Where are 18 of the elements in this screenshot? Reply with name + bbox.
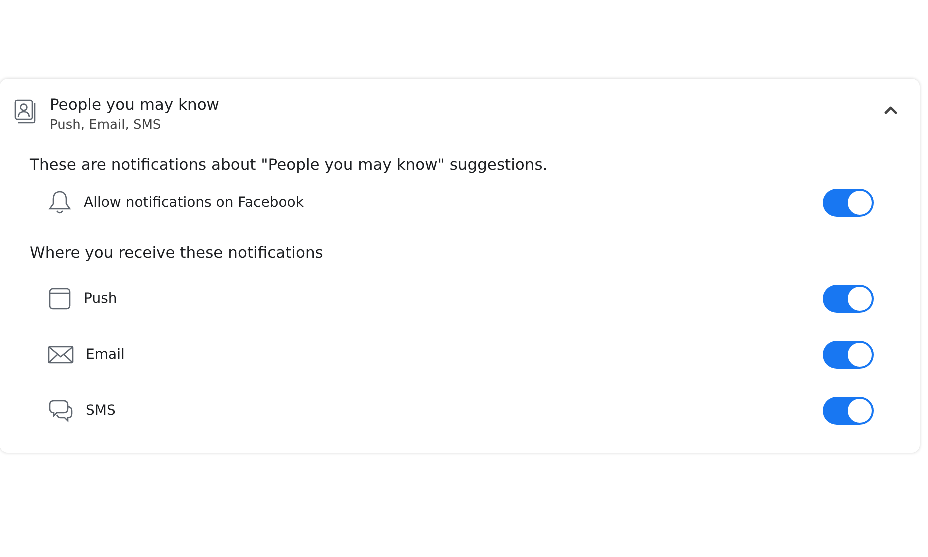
toggle-switch[interactable] — [823, 397, 874, 425]
section-subtitle: Push, Email, SMS — [50, 117, 162, 135]
browser-window-icon — [48, 287, 72, 311]
chat-bubbles-icon — [48, 398, 74, 424]
envelope-icon — [48, 345, 74, 365]
section-title: People you may know — [50, 95, 220, 115]
chevron-up-icon — [884, 105, 898, 115]
channel-label: SMS — [86, 403, 117, 419]
toggle-switch[interactable] — [823, 341, 874, 369]
channel-label: Email — [86, 347, 126, 363]
channels-heading: Where you receive these notifications — [30, 243, 324, 263]
bell-icon — [48, 190, 72, 216]
channel-label: Push — [84, 291, 118, 307]
toggle-switch[interactable] — [823, 285, 874, 313]
allow-label: Allow notifications on Facebook — [84, 195, 305, 211]
description-text: These are notifications about "People you may know" suggestions. — [30, 155, 549, 175]
toggle-switch[interactable] — [823, 189, 874, 217]
person-card-icon — [14, 99, 38, 125]
